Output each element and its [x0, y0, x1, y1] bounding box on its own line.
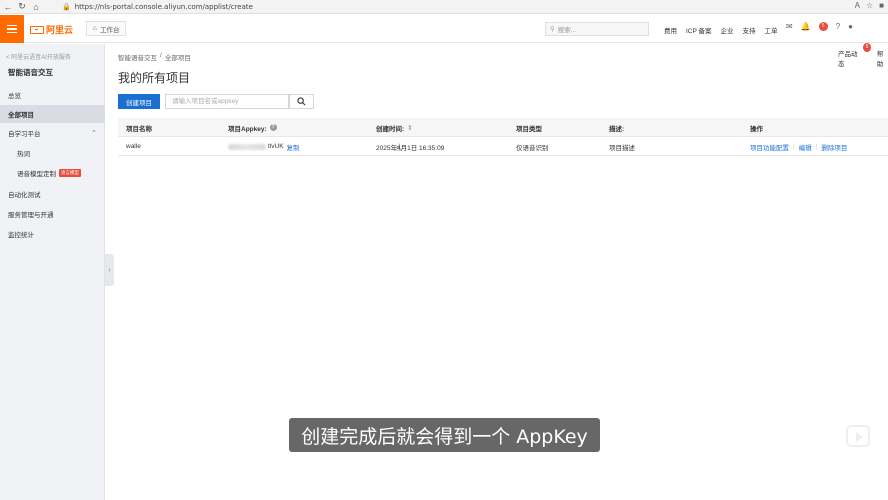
product-news-link[interactable]: 产品动态 — [838, 48, 860, 68]
breadcrumb-root[interactable]: 智能语音交互 — [118, 52, 157, 62]
reload-icon[interactable]: ↻ — [16, 1, 28, 13]
sidebar-item-all-projects[interactable]: 全部项目 — [0, 105, 105, 123]
home-icon[interactable]: ⌂ — [30, 1, 42, 13]
console-topnav: 阿里云 ⌂ 工作台 ⚲ 搜索... 费用 ICP 备案 企业 支持 工单 ✉ 🔔… — [0, 15, 888, 43]
workbench-label: 工作台 — [99, 26, 120, 34]
sidebar-item-auto-test[interactable]: 自动化测试 — [0, 185, 105, 203]
product-news-badge: 5 — [863, 43, 871, 52]
header-appkey-label: 项目Appkey: — [228, 125, 267, 133]
row-actions: 项目功能配置 | 编辑 | 删除项目 — [750, 137, 847, 156]
row-appkey: tlvUK 复制 ☝ — [228, 137, 401, 156]
global-search[interactable]: ⚲ 搜索... — [545, 22, 649, 36]
sidebar-item-label: 自动化测试 — [8, 192, 41, 199]
sidebar: < 阿里云语音AI开放服务 智能语音交互 总览 全部项目 自学习平台 ⌃ 热词 语… — [0, 44, 105, 500]
sidebar-item-overview[interactable]: 总览 — [0, 86, 105, 104]
aliyun-logo[interactable]: 阿里云 — [30, 23, 73, 36]
read-aloud-icon[interactable]: A — [855, 1, 860, 10]
table-row: walle tlvUK 复制 ☝ 2025年4月1日 16:35:09 仅语音识… — [118, 137, 888, 156]
top-icons: ✉ 🔔 5 ? ● — [786, 22, 853, 31]
search-icon: ⚲ — [550, 26, 555, 33]
row-description: 项目描述 — [609, 144, 635, 152]
home-icon: ⌂ — [93, 25, 97, 32]
header-created-time[interactable]: 创建时间: ⇕ — [376, 118, 413, 137]
header-actions: 操作 — [750, 125, 763, 133]
delete-project-link[interactable]: 删除项目 — [821, 142, 847, 152]
sidebar-item-hotwords[interactable]: 热词 — [0, 144, 105, 162]
sidebar-item-label: 语音模型定制 — [17, 171, 56, 178]
breadcrumb: 智能语音交互 / 全部项目 — [118, 52, 191, 62]
sidebar-item-label: 总览 — [8, 93, 21, 100]
help-icon[interactable]: ? — [836, 22, 840, 31]
action-divider: | — [793, 143, 795, 150]
table-header: 项目名称 项目Appkey:? 创建时间: ⇕ 项目类型 描述: 操作 — [118, 118, 888, 137]
top-link-icp[interactable]: ICP 备案 — [686, 25, 712, 35]
header-description: 描述: — [609, 125, 625, 133]
top-link-support[interactable]: 支持 — [743, 25, 756, 35]
notification-badge: 5 — [818, 22, 828, 31]
sidebar-item-monitoring[interactable]: 监控统计 — [0, 225, 105, 243]
message-icon[interactable]: ✉ — [786, 22, 793, 31]
extensions-icon[interactable]: ■ — [879, 1, 884, 10]
notification-icon[interactable]: 🔔 — [801, 22, 811, 31]
header-project-type: 项目类型 — [516, 125, 542, 133]
url-text: https://nls-portal.console.aliyun.com/ap… — [74, 3, 253, 11]
top-link-enterprise[interactable]: 企业 — [721, 25, 734, 35]
sidebar-item-label: 自学习平台 — [8, 131, 41, 138]
row-created-time: 2025年4月1日 16:35:09 — [376, 144, 445, 152]
project-search-button[interactable] — [289, 94, 314, 109]
aliyun-logo-mark — [30, 25, 44, 34]
top-links: 费用 ICP 备案 企业 支持 工单 — [664, 25, 778, 35]
back-icon[interactable]: ← — [2, 1, 14, 13]
header-project-name: 项目名称 — [126, 125, 152, 133]
projects-table: 项目名称 项目Appkey:? 创建时间: ⇕ 项目类型 描述: 操作 walle… — [118, 118, 888, 156]
copy-appkey-link[interactable]: 复制 — [287, 142, 300, 152]
sidebar-item-model-custom[interactable]: 语音模型定制 语言模型 — [0, 164, 105, 182]
appkey-redacted — [228, 143, 266, 150]
breadcrumb-separator: / — [160, 52, 162, 59]
chevron-left-icon: ‹ — [108, 266, 111, 274]
new-tag: 语言模型 — [59, 169, 81, 177]
header-appkey: 项目Appkey:? — [228, 118, 277, 137]
chevron-up-icon: ⌃ — [91, 130, 97, 137]
configure-project-link[interactable]: 项目功能配置 — [750, 142, 789, 152]
logo-text: 阿里云 — [46, 25, 74, 35]
row-project-type: 仅语音识别 — [516, 144, 549, 152]
sidebar-item-label: 服务管理与开通 — [8, 212, 54, 219]
sidebar-title: 智能语音交互 — [8, 68, 53, 77]
video-subtitle: 创建完成后就会得到一个 AppKey — [289, 418, 600, 452]
edit-project-link[interactable]: 编辑 — [799, 142, 812, 152]
sidebar-item-label: 监控统计 — [8, 232, 34, 239]
help-link[interactable]: 帮助 — [877, 48, 888, 68]
sidebar-collapse-handle[interactable]: ‹ — [105, 254, 114, 286]
browser-toolbar: ← ↻ ⌂ 🔒 https://nls-portal.console.aliyu… — [0, 0, 888, 14]
sidebar-item-label: 热词 — [17, 151, 30, 158]
play-icon[interactable] — [846, 425, 870, 447]
appkey-suffix: tlvUK — [268, 143, 284, 150]
project-search-input[interactable] — [165, 94, 289, 109]
avatar[interactable]: ● — [848, 22, 853, 31]
sidebar-item-self-learning[interactable]: 自学习平台 ⌃ — [0, 124, 105, 142]
header-created-label: 创建时间: — [376, 125, 405, 133]
favorite-icon[interactable]: ☆ — [866, 1, 873, 10]
menu-icon[interactable] — [0, 15, 24, 43]
row-project-name: walle — [126, 143, 141, 150]
sidebar-item-service-management[interactable]: 服务管理与开通 — [0, 205, 105, 223]
workbench-button[interactable]: ⌂ 工作台 — [86, 21, 127, 36]
global-search-placeholder: 搜索... — [557, 27, 577, 34]
create-project-button[interactable]: 创建项目 — [118, 94, 160, 109]
sort-icon: ⇕ — [407, 124, 413, 132]
page-right-actions: 产品动态 5 帮助 — [838, 43, 888, 68]
lock-icon: 🔒 — [62, 3, 71, 11]
sidebar-back-link[interactable]: < 阿里云语音AI开放服务 — [6, 52, 71, 61]
sidebar-item-label: 全部项目 — [8, 112, 34, 119]
top-link-cost[interactable]: 费用 — [664, 25, 677, 35]
help-icon[interactable]: ? — [269, 124, 277, 131]
browser-actions: A ☆ ■ — [855, 1, 884, 10]
top-link-ticket[interactable]: 工单 — [765, 25, 778, 35]
address-bar[interactable]: 🔒 https://nls-portal.console.aliyun.com/… — [62, 2, 822, 12]
page-title: 我的所有项目 — [118, 71, 191, 85]
search-icon — [297, 97, 306, 106]
action-divider: | — [815, 143, 818, 150]
breadcrumb-current: 全部项目 — [164, 55, 191, 62]
